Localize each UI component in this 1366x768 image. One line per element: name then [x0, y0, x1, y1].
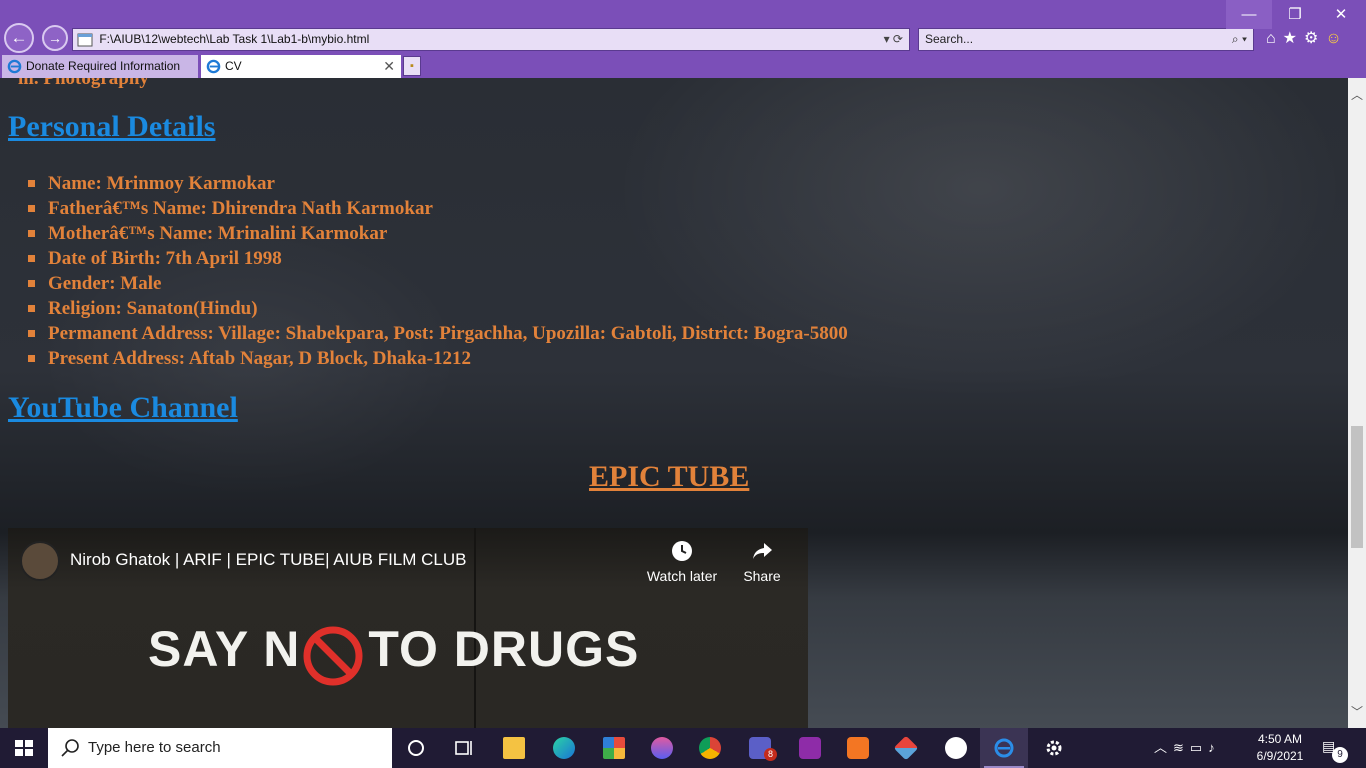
tab-cv[interactable]: CV ✕ — [201, 55, 401, 78]
minimize-button[interactable]: — — [1226, 0, 1272, 29]
grammarly-pdf-icon[interactable] — [786, 728, 834, 768]
share-arrow-icon — [753, 543, 772, 559]
internet-explorer-icon[interactable] — [980, 728, 1028, 768]
thumbnail-text-right: TO DRUGS — [368, 621, 640, 677]
edge-icon[interactable] — [540, 728, 588, 768]
windows-start-icon[interactable] — [0, 728, 48, 768]
task-view-icon[interactable] — [440, 728, 488, 768]
clock-time: 4:50 AM — [1257, 732, 1303, 746]
taskbar-search-box[interactable]: Type here to search — [48, 728, 392, 768]
tab-donate[interactable]: Donate Required Information — [2, 55, 198, 78]
scroll-up-icon[interactable]: ︿ — [1348, 86, 1366, 103]
taskbar-clock[interactable]: 4:50 AM 6/9/2021 — [1250, 731, 1310, 765]
channel-link[interactable]: EPIC TUBE — [589, 460, 749, 494]
smiley-feedback-icon[interactable]: ☺ — [1325, 30, 1348, 47]
list-item: Religion: Sanaton(Hindu) — [26, 296, 848, 321]
search-placeholder: Search... — [925, 32, 974, 46]
file-explorer-icon[interactable] — [490, 728, 538, 768]
git-icon[interactable] — [882, 728, 930, 768]
refresh-icon[interactable]: ▾ ⟳ — [884, 29, 903, 50]
share-button[interactable]: Share — [738, 540, 786, 584]
share-label: Share — [743, 568, 781, 584]
browser-toolbar-icons: ⌂★⚙☺ — [1266, 28, 1349, 48]
video-thumbnail-text: SAY N TO DRUGS — [148, 620, 640, 686]
paint3d-icon[interactable] — [638, 728, 686, 768]
page-content: iii. Photography Personal Details Name: … — [0, 78, 1348, 728]
youtube-channel-heading[interactable]: YouTube Channel — [8, 391, 238, 425]
page-favicon-icon — [77, 33, 93, 47]
internet-explorer-icon — [206, 59, 221, 74]
battery-icon[interactable]: ▭ — [1190, 740, 1208, 755]
tab-bar: Donate Required Information CV ✕ ▪ — [0, 55, 1366, 78]
scrollbar-thumb[interactable] — [1351, 426, 1363, 548]
system-tray[interactable]: ︿≋▭♪ — [1154, 728, 1221, 768]
personal-details-list: Name: Mrinmoy Karmokar Fatherâ€™s Name: … — [26, 171, 848, 371]
list-item: Permanent Address: Village: Shabekpara, … — [26, 321, 848, 346]
hobby-item: iii. Photography — [18, 78, 149, 89]
list-item: Motherâ€™s Name: Mrinalini Karmokar — [26, 221, 848, 246]
watch-later-label: Watch later — [646, 568, 718, 584]
search-icon[interactable]: ⌕ ▾ — [1232, 29, 1247, 50]
chrome-icon[interactable] — [686, 728, 734, 768]
address-bar[interactable]: F:\AIUB\12\webtech\Lab Task 1\Lab1-b\myb… — [72, 28, 910, 51]
browser-search-box[interactable]: Search... ⌕ ▾ — [918, 28, 1254, 51]
teams-badge: 8 — [764, 748, 777, 761]
list-item: Date of Birth: 7th April 1998 — [26, 246, 848, 271]
list-item: Name: Mrinmoy Karmokar — [26, 171, 848, 196]
tab-label: Donate Required Information — [26, 59, 181, 73]
prohibition-icon — [303, 626, 363, 686]
office-icon[interactable] — [590, 728, 638, 768]
tab-label: CV — [225, 59, 242, 73]
wifi-icon[interactable]: ≋ — [1173, 740, 1190, 755]
list-item: Gender: Male — [26, 271, 848, 296]
internet-explorer-icon — [7, 59, 22, 74]
notification-badge: 9 — [1332, 747, 1348, 763]
github-icon[interactable] — [932, 728, 980, 768]
home-icon[interactable]: ⌂ — [1266, 30, 1283, 47]
vertical-scrollbar[interactable]: ︿ ﹀ — [1348, 78, 1366, 728]
chevron-up-icon[interactable]: ︿ — [1154, 740, 1173, 755]
settings-gear-icon[interactable]: ⚙ — [1304, 30, 1325, 47]
list-item: Fatherâ€™s Name: Dhirendra Nath Karmokar — [26, 196, 848, 221]
channel-avatar[interactable] — [20, 541, 60, 581]
browser-titlebar: ← → F:\AIUB\12\webtech\Lab Task 1\Lab1-b… — [0, 0, 1366, 55]
back-arrow-icon[interactable]: ← — [4, 23, 34, 53]
favorites-star-icon[interactable]: ★ — [1283, 30, 1304, 47]
list-item: Present Address: Aftab Nagar, D Block, D… — [26, 346, 848, 371]
youtube-embed[interactable]: Nirob Ghatok | ARIF | EPIC TUBE| AIUB FI… — [8, 528, 808, 728]
settings-icon[interactable] — [1030, 728, 1078, 768]
watch-later-button[interactable]: Watch later — [640, 540, 724, 584]
scroll-down-icon[interactable]: ﹀ — [1348, 703, 1366, 720]
xampp-icon[interactable] — [834, 728, 882, 768]
personal-details-heading[interactable]: Personal Details — [8, 110, 215, 144]
cortana-icon[interactable] — [392, 728, 440, 768]
thumbnail-text-left: SAY N — [148, 621, 301, 677]
close-button[interactable]: ✕ — [1318, 0, 1364, 29]
address-text: F:\AIUB\12\webtech\Lab Task 1\Lab1-b\myb… — [99, 32, 370, 46]
restore-button[interactable]: ❐ — [1272, 0, 1318, 29]
clock-icon — [672, 541, 692, 561]
video-title[interactable]: Nirob Ghatok | ARIF | EPIC TUBE| AIUB FI… — [70, 550, 467, 570]
close-tab-icon[interactable]: ✕ — [383, 55, 395, 77]
search-icon — [61, 739, 79, 757]
new-tab-icon[interactable]: ▪ — [403, 56, 421, 76]
volume-icon[interactable]: ♪ — [1208, 740, 1221, 755]
windows-taskbar: Type here to search 8 ︿≋▭♪ 4:50 AM 6/9/2… — [0, 728, 1366, 768]
forward-arrow-icon[interactable]: → — [42, 25, 68, 51]
teams-icon[interactable]: 8 — [736, 728, 784, 768]
taskbar-search-placeholder: Type here to search — [88, 739, 221, 756]
clock-date: 6/9/2021 — [1256, 749, 1304, 763]
